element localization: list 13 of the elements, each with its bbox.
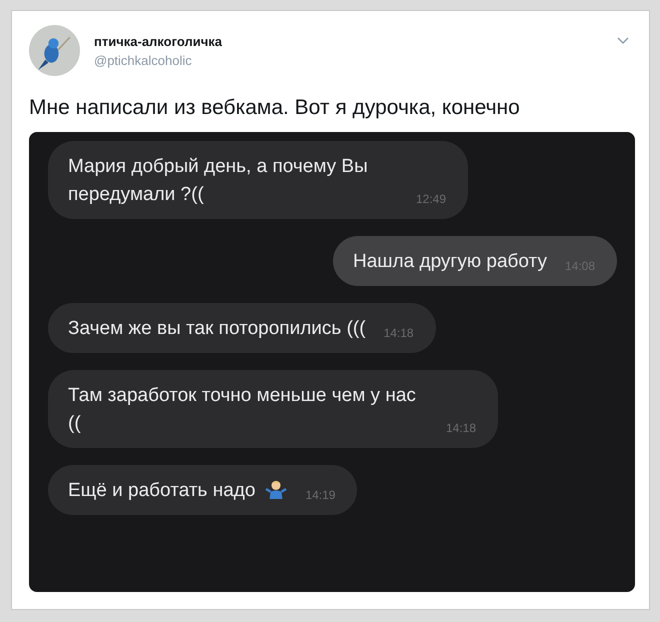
message-text: Нашла другую работу (353, 250, 547, 274)
message-text: Зачем же вы так поторопились ((( (68, 317, 366, 341)
message-time: 14:18 (445, 421, 476, 437)
chevron-down-icon[interactable] (617, 37, 629, 45)
avatar-bird-icon[interactable] (29, 25, 80, 76)
message-time: 12:49 (415, 192, 446, 208)
message-text: Мария добрый день, а почему Вы передумали ?(( (68, 155, 369, 207)
message-time: 14:19 (304, 488, 336, 504)
message-time: 14:18 (382, 326, 414, 342)
author-name[interactable]: птичка-алкоголичка (94, 34, 603, 48)
message-text: Там заработок точно меньше чем у нас (( (68, 384, 417, 436)
tweet-text: Мне написали из вебкама. Вот я дурочка, конечно (29, 96, 521, 120)
message-text: Ещё и работать надо (68, 479, 256, 503)
